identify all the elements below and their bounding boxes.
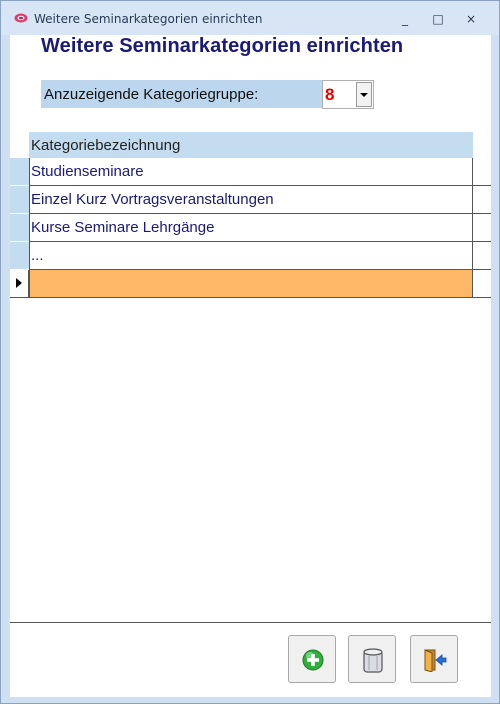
row-selector[interactable] [10,270,29,298]
current-row-pointer-icon [16,278,22,288]
category-group-value: 8 [325,85,335,104]
close-button[interactable]: × [458,9,484,29]
exit-button[interactable] [410,635,458,683]
row-selector[interactable] [10,242,29,270]
dropdown-button[interactable] [356,82,372,107]
category-group-combobox[interactable]: 8 [322,80,374,109]
exit-icon [424,649,447,672]
row-selector[interactable] [10,186,29,214]
button-bar [10,623,491,697]
column-header-kategoriebezeichnung[interactable]: Kategoriebezeichnung [29,132,473,158]
add-record-button[interactable] [288,635,336,683]
app-window: Weitere Seminarkategorien einrichten _ □… [0,0,500,704]
table-row[interactable]: Studienseminare [10,158,491,186]
delete-icon [363,648,383,673]
row-selector[interactable] [10,214,29,242]
table-row[interactable]: Kurse Seminare Lehrgänge [10,214,491,242]
category-cell[interactable]: ... [29,242,473,270]
app-icon [14,13,28,23]
form-body: Weitere Seminarkategorien einrichten Anz… [10,35,491,697]
category-cell[interactable]: Einzel Kurz Vortragsveranstaltungen [29,186,473,214]
page-title: Weitere Seminarkategorien einrichten [41,35,404,57]
delete-record-button[interactable] [348,635,396,683]
new-record-row[interactable] [10,270,491,298]
add-icon [302,649,324,671]
category-cell[interactable]: Kurse Seminare Lehrgänge [29,214,473,242]
row-selector[interactable] [10,158,29,186]
table-row[interactable]: Einzel Kurz Vortragsveranstaltungen [10,186,491,214]
title-bar[interactable]: Weitere Seminarkategorien einrichten _ □… [1,1,499,35]
maximize-button[interactable]: □ [425,9,451,29]
minimize-button[interactable]: _ [392,9,418,29]
category-group-label: Anzuzeigende Kategoriegruppe: [41,80,322,108]
table-row[interactable]: ... [10,242,491,270]
category-cell[interactable]: Studienseminare [29,158,473,186]
chevron-down-icon [360,93,368,97]
window-title: Weitere Seminarkategorien einrichten [34,12,263,26]
new-category-input[interactable] [29,270,473,298]
